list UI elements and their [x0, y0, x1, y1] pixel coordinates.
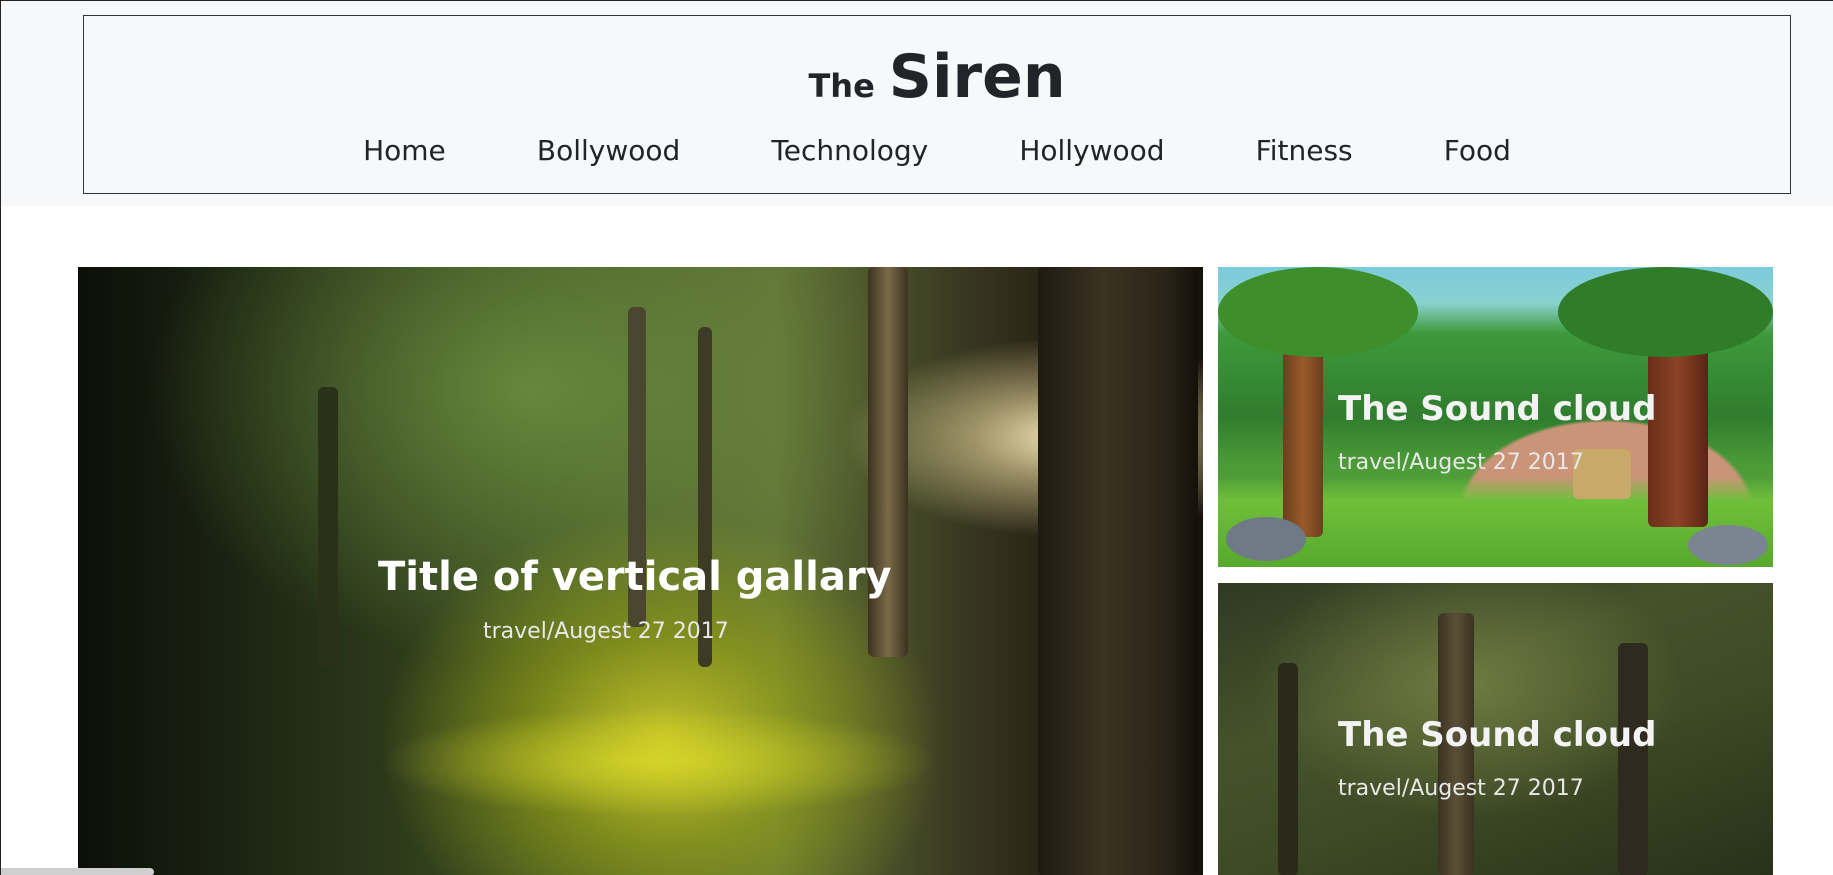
page: The Siren Home Bollywood Technology Holly… [0, 0, 1833, 875]
side-card[interactable]: The Sound cloud travel/Augest 27 2017 [1218, 583, 1773, 875]
nav-technology[interactable]: Technology [771, 134, 928, 167]
side-card-title[interactable]: The Sound cloud [1338, 715, 1656, 755]
nav-home[interactable]: Home [363, 134, 446, 167]
nav-fitness[interactable]: Fitness [1256, 134, 1353, 167]
tree-trunk [1038, 267, 1198, 875]
logo-siren: Siren [888, 42, 1066, 112]
rock [1688, 525, 1768, 565]
rock [1226, 517, 1306, 561]
side-card-meta: travel/Augest 27 2017 [1338, 776, 1584, 801]
featured-meta: travel/Augest 27 2017 [483, 619, 729, 644]
featured-card[interactable]: Title of vertical gallary travel/Augest … [78, 267, 1203, 875]
side-card-title[interactable]: The Sound cloud [1338, 389, 1656, 429]
side-card-meta: travel/Augest 27 2017 [1338, 450, 1584, 475]
tree-canopy [1218, 267, 1418, 357]
nav-hollywood[interactable]: Hollywood [1019, 134, 1164, 167]
site-header: The Siren Home Bollywood Technology Holly… [83, 15, 1791, 194]
horizontal-scrollbar[interactable] [1, 868, 154, 875]
featured-title[interactable]: Title of vertical gallary [378, 554, 892, 600]
tree-canopy [1558, 267, 1773, 357]
tree-trunk [1618, 643, 1648, 875]
ground-moss [378, 707, 938, 817]
site-logo[interactable]: The Siren [84, 42, 1790, 112]
tree-trunk [698, 327, 712, 667]
tree-trunk [1283, 337, 1323, 537]
nav-food[interactable]: Food [1444, 134, 1511, 167]
header-band: The Siren Home Bollywood Technology Holly… [1, 1, 1833, 206]
logo-the: The [808, 67, 875, 105]
tree-trunk [318, 387, 338, 667]
side-card[interactable]: The Sound cloud travel/Augest 27 2017 [1218, 267, 1773, 567]
nav-bollywood[interactable]: Bollywood [537, 134, 680, 167]
main-nav: Home Bollywood Technology Hollywood Fitn… [84, 134, 1790, 167]
tree-trunk [1278, 663, 1298, 875]
